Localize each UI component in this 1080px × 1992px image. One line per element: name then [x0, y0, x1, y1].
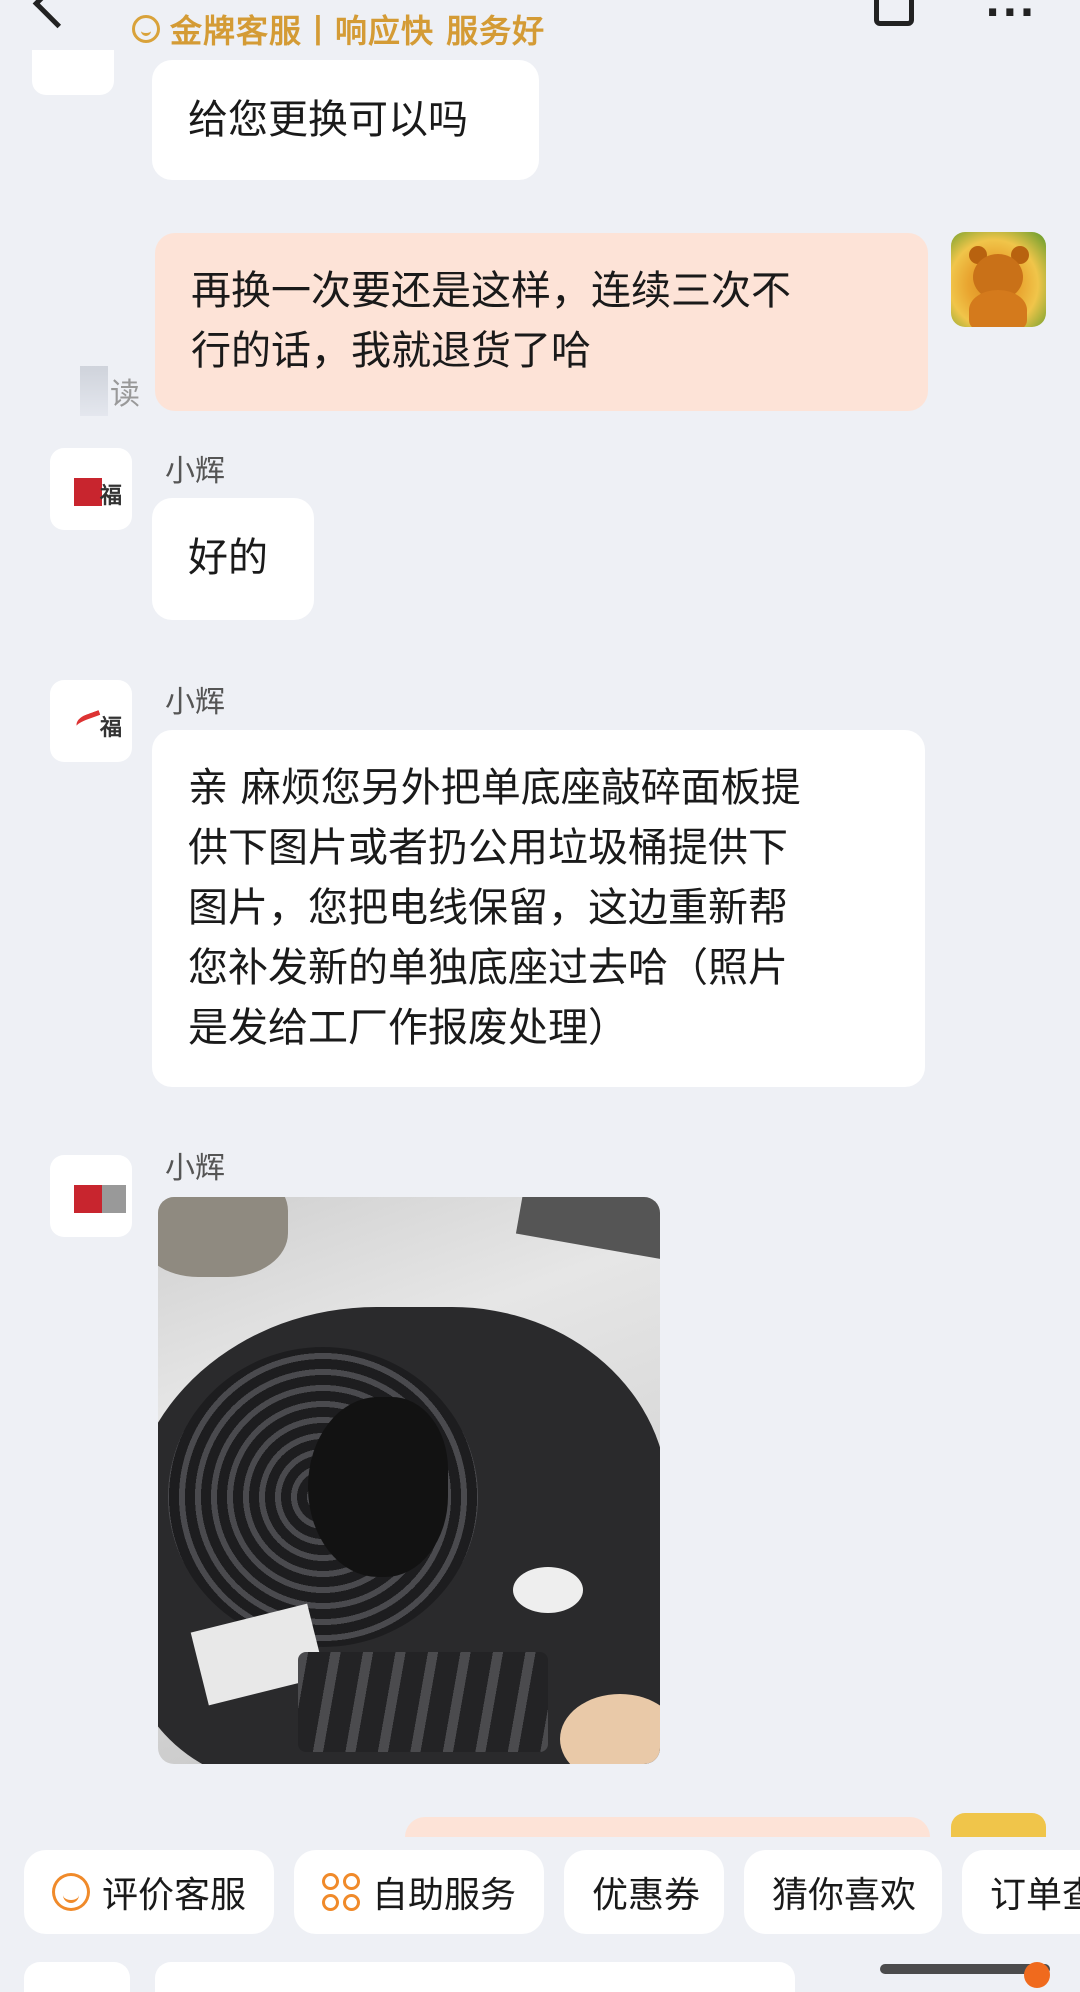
voice-button[interactable] [24, 1962, 130, 1992]
message-bubble[interactable]: 给您更换可以吗 [152, 60, 539, 180]
read-status: 读 [80, 366, 140, 416]
agent-avatar[interactable] [50, 1155, 132, 1237]
agent-avatar[interactable]: 福 [50, 448, 132, 530]
chip-label: 猜你喜欢 [772, 1875, 917, 1916]
chip-label: 评价客服 [101, 1875, 246, 1916]
sender-name: 小辉 [165, 454, 225, 489]
message-text: 再换一次要还是这样，连续三次不 行的话，我就退货了哈 [191, 268, 791, 374]
agent-avatar[interactable] [32, 50, 114, 95]
back-arrow-icon[interactable] [32, 0, 83, 29]
photo-vents [298, 1652, 548, 1752]
message-bubble[interactable]: 好的 [152, 498, 314, 620]
photo-broken-hole [308, 1397, 448, 1577]
message-text: 亲 麻烦您另外把单底座敲碎面板提 供下图片或者扔公用垃圾桶提供下 图片，您把电线… [188, 765, 801, 1051]
self-service-button[interactable]: 自助服务 [294, 1850, 544, 1934]
agent-avatar[interactable]: 福 [50, 680, 132, 762]
chip-label: 订单查 [990, 1875, 1080, 1916]
my-avatar[interactable] [951, 1813, 1046, 1837]
more-icon[interactable]: ··· [985, 0, 1037, 36]
recommend-button[interactable]: 猜你喜欢 [744, 1850, 942, 1934]
coupon-button[interactable]: 优惠券 [564, 1850, 724, 1934]
smile-icon [132, 15, 160, 43]
read-blur [80, 366, 108, 416]
grid-icon [322, 1873, 360, 1911]
brand-logo-gray [102, 1185, 126, 1213]
message-text: 好的 [188, 535, 268, 581]
photo-shoe [158, 1197, 288, 1277]
chat-header: 金牌客服丨响应快 服务好 ··· [0, 0, 1080, 58]
sender-name: 小辉 [165, 1151, 225, 1186]
service-badge-text: 金牌客服丨响应快 服务好 [170, 12, 546, 50]
notification-dot [1024, 1962, 1050, 1988]
avatar-char: 福 [100, 484, 123, 509]
chip-label: 自助服务 [371, 1875, 516, 1916]
store-icon[interactable] [874, 0, 914, 26]
brand-logo-red [74, 478, 102, 506]
bear-body [969, 290, 1027, 327]
order-query-button[interactable]: 订单查 [962, 1850, 1080, 1934]
message-text: 给您更换可以吗 [188, 97, 468, 143]
avatar-char: 福 [100, 716, 123, 741]
photo-sticker [513, 1567, 583, 1613]
read-status-text: 读 [110, 377, 140, 412]
message-bubble[interactable]: 亲 麻烦您另外把单底座敲碎面板提 供下图片或者扔公用垃圾桶提供下 图片，您把电线… [152, 730, 925, 1087]
smile-icon [52, 1873, 90, 1911]
my-message-bubble[interactable]: 再换一次要还是这样，连续三次不 行的话，我就退货了哈 [155, 233, 928, 411]
photo-corner [515, 1197, 660, 1260]
service-badge: 金牌客服丨响应快 服务好 [132, 6, 545, 52]
message-input[interactable] [155, 1962, 795, 1992]
my-avatar[interactable] [951, 232, 1046, 327]
brand-logo-red [74, 1185, 102, 1213]
message-photo[interactable] [158, 1197, 660, 1764]
my-message-bubble[interactable] [405, 1817, 930, 1837]
rate-service-button[interactable]: 评价客服 [24, 1850, 274, 1934]
sender-name: 小辉 [165, 685, 225, 720]
chip-label: 优惠券 [592, 1875, 701, 1916]
